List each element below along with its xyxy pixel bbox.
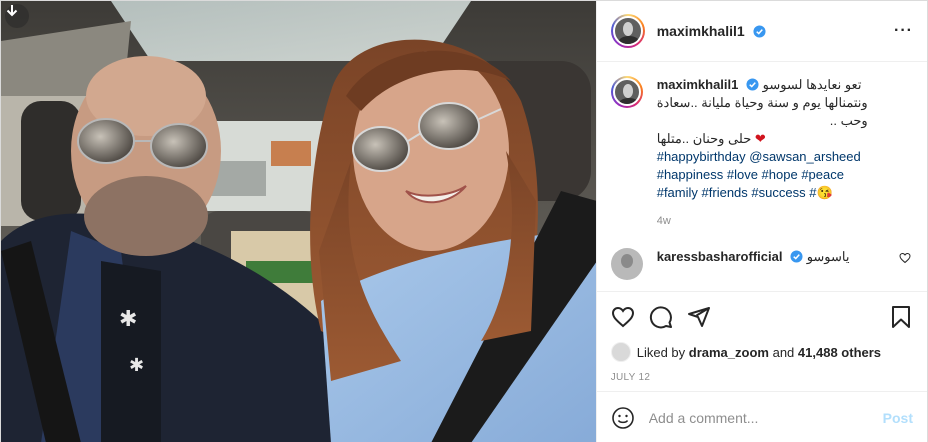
svg-text:✱: ✱ — [129, 355, 144, 376]
caption-line-3: وحب .. — [829, 113, 868, 128]
add-comment-bar: Post — [596, 391, 927, 442]
post-side-panel: maximkhalil1 ··· maximkhalil1 تعو نعايده… — [595, 1, 927, 442]
caption-timestamp[interactable]: 4w — [657, 212, 868, 230]
hashtag[interactable]: #peace — [801, 167, 844, 182]
hashtag[interactable]: #success — [751, 185, 805, 200]
verified-badge-icon — [746, 78, 759, 91]
hashtag[interactable]: #friends — [702, 185, 748, 200]
commenter-avatar[interactable] — [610, 248, 643, 280]
comment-text: ياسوسو — [806, 249, 850, 264]
hashtag[interactable]: #happybirthday — [657, 149, 746, 164]
hashtag[interactable]: #love — [727, 167, 758, 182]
caption-username[interactable]: maximkhalil1 — [657, 77, 739, 92]
red-heart-emoji: ❤ — [754, 131, 766, 146]
verified-badge-icon — [790, 250, 803, 263]
caption-avatar[interactable] — [610, 76, 643, 108]
liked-by-label: Liked by — [636, 344, 686, 360]
kiss-emoji: 😘 — [816, 185, 833, 200]
commenter-username[interactable]: karessbasharofficial — [657, 249, 783, 264]
post-dialog: ✱ ✱ maximkhalil1 ··· maximkhalil1 تعو نع… — [0, 0, 928, 442]
like-comment-heart-icon[interactable] — [899, 252, 911, 264]
caption: maximkhalil1 تعو نعايدها لسوسو ونتمنالها… — [610, 76, 911, 230]
author-username[interactable]: maximkhalil1 — [657, 23, 766, 39]
svg-text:✱: ✱ — [119, 307, 137, 332]
download-button[interactable] — [5, 4, 29, 28]
likes-count[interactable]: 41,488 others — [798, 345, 881, 360]
post-date[interactable]: JULY 12 — [611, 372, 913, 383]
bookmark-icon[interactable] — [889, 305, 913, 329]
hashtag[interactable]: #hope — [762, 167, 798, 182]
caption-line-4: حلى وحنان ..متلها — [656, 131, 752, 146]
verified-badge-icon — [753, 25, 766, 38]
likes-summary: Liked by drama_zoom and 41,488 others — [610, 342, 913, 362]
download-arrow-icon — [6, 5, 18, 17]
liker-avatar[interactable] — [610, 342, 631, 362]
liker-username[interactable]: drama_zoom — [689, 345, 769, 360]
hashtag[interactable]: #happiness — [657, 167, 724, 182]
mention-link[interactable]: @sawsan_arsheed — [749, 149, 860, 164]
comment-icon[interactable] — [649, 305, 673, 329]
author-avatar[interactable] — [610, 14, 645, 48]
post-header: maximkhalil1 ··· — [596, 1, 927, 62]
likes-and-label: and — [772, 344, 795, 360]
emoji-icon[interactable] — [611, 406, 635, 430]
caption-line-2: ونتمنالها يوم و سنة وحياة مليانة ..سعادة — [656, 95, 868, 110]
hashtag[interactable]: #family — [657, 185, 698, 200]
more-options-button[interactable]: ··· — [894, 22, 913, 40]
post-actions: Liked by drama_zoom and 41,488 others JU… — [596, 291, 927, 383]
post-comment-button[interactable]: Post — [883, 410, 913, 426]
comments-list: maximkhalil1 تعو نعايدها لسوسو ونتمنالها… — [597, 62, 927, 290]
selfie-image: ✱ ✱ — [1, 1, 596, 442]
post-photo[interactable]: ✱ ✱ — [1, 1, 596, 442]
comment-input[interactable] — [648, 409, 883, 426]
share-plane-icon[interactable] — [687, 305, 711, 329]
heart-outline-icon[interactable] — [611, 305, 635, 329]
caption-line-1: تعو نعايدها لسوسو — [762, 77, 862, 92]
comment-item: karessbasharofficial ياسوسو — [610, 248, 911, 280]
